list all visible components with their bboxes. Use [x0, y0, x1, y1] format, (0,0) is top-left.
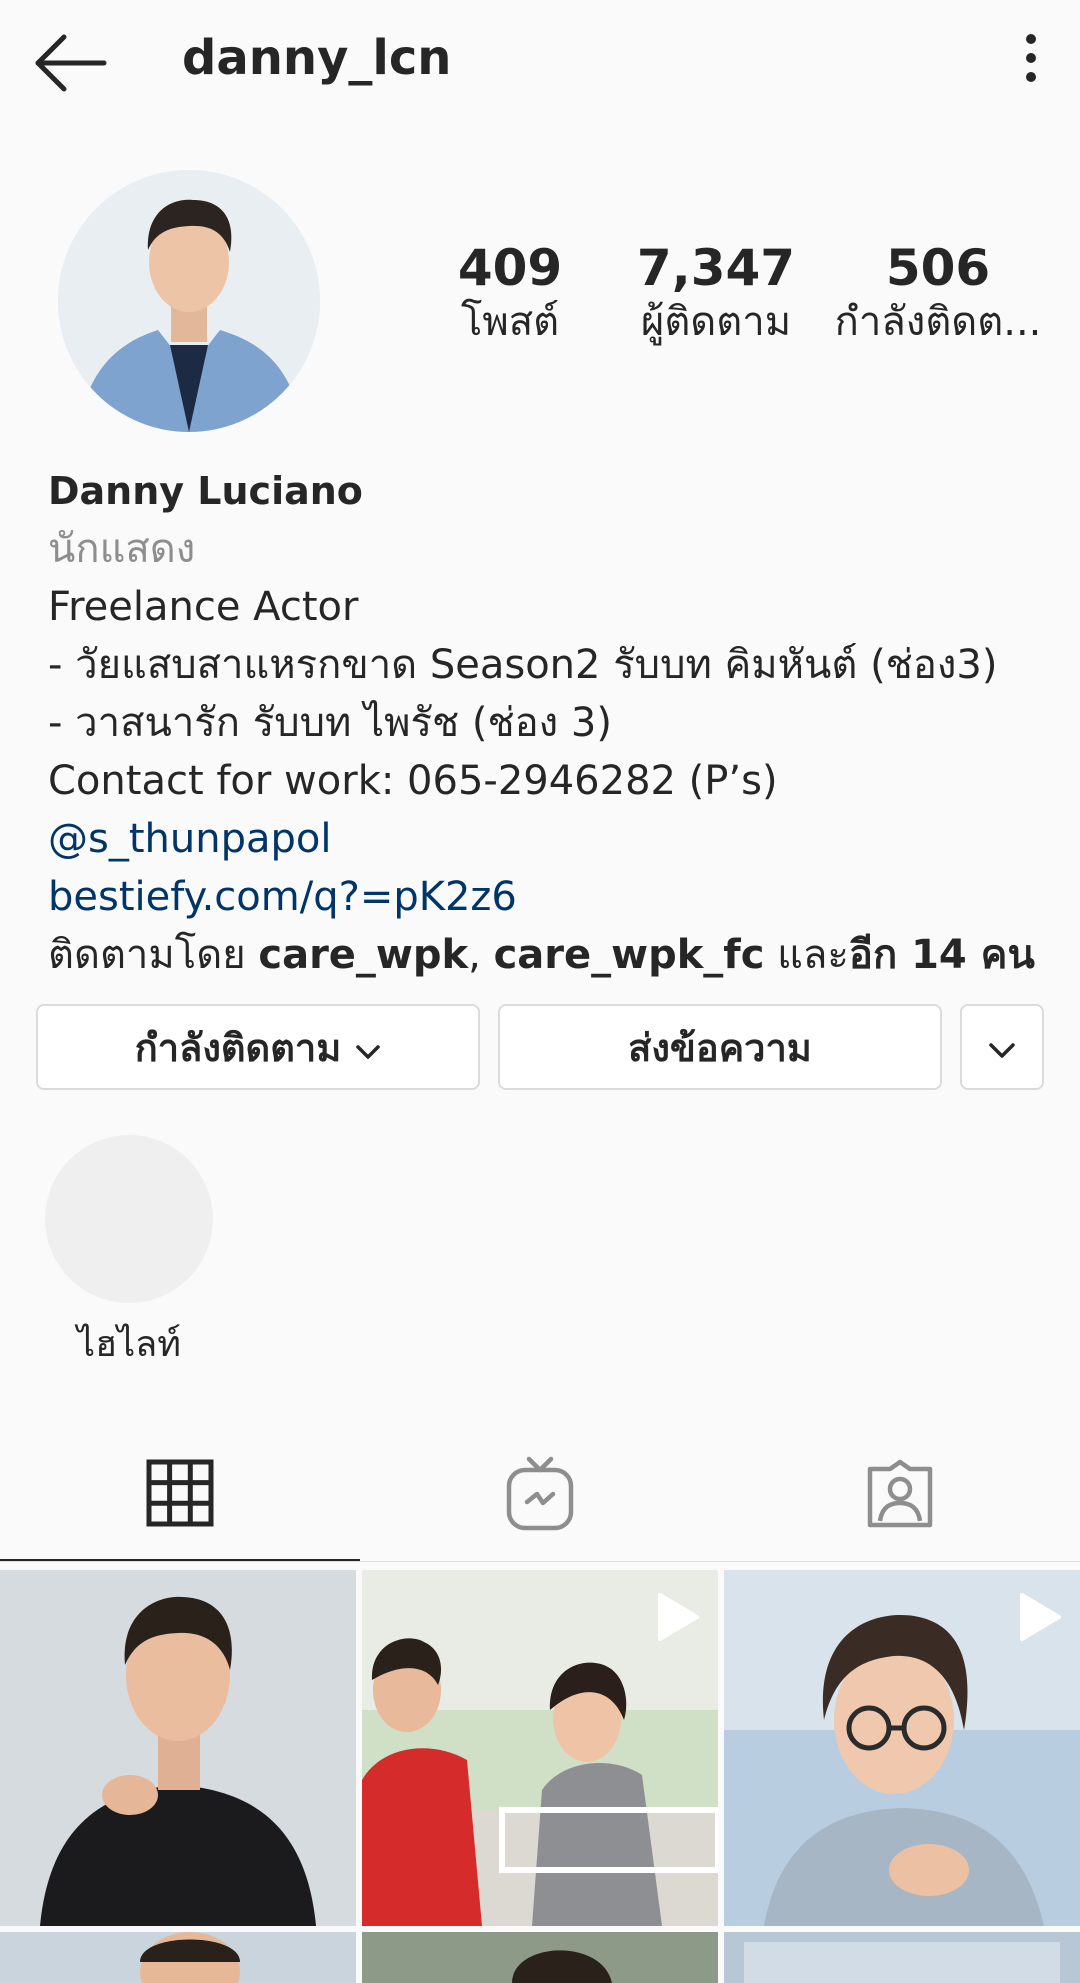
followed-by-user: care_wpk_fc — [493, 932, 765, 978]
highlight-circle[interactable] — [45, 1135, 213, 1303]
post-thumbnail[interactable] — [0, 1932, 356, 1983]
suggested-accounts-button[interactable] — [960, 1004, 1044, 1090]
followers-count: 7,347 — [636, 239, 796, 297]
chevron-down-icon — [988, 1025, 1016, 1069]
tab-igtv[interactable] — [360, 1430, 720, 1562]
more-options-icon[interactable] — [1016, 34, 1046, 94]
profile-bio: Danny Luciano นักแสดง Freelance Actor - … — [48, 462, 1048, 984]
posts-grid — [0, 1570, 1080, 1983]
profile-tabs — [0, 1430, 1080, 1562]
message-button[interactable]: ส่งข้อความ — [498, 1004, 942, 1090]
post-thumbnail[interactable] — [724, 1932, 1080, 1983]
back-arrow-icon[interactable] — [30, 28, 110, 98]
tab-divider — [0, 1561, 1080, 1562]
posts-label: โพสต์ — [460, 299, 560, 345]
message-button-label: ส่งข้อความ — [628, 1025, 812, 1070]
bio-line: - วาสนารัก รับบท ไพรัช (ช่อง 3) — [48, 700, 612, 746]
mention-link[interactable]: @s_thunpapol — [48, 816, 331, 862]
following-label: กำลังติดต... — [834, 299, 1042, 345]
post-thumbnail[interactable] — [362, 1570, 718, 1926]
profile-screen: danny_lcn 409 โพสต์ 7,347 ผู้ติดตาม 506 … — [0, 0, 1080, 1983]
profile-username: danny_lcn — [182, 30, 452, 86]
stat-following[interactable]: 506 กำลังติดต... — [828, 240, 1048, 348]
followed-by-separator: , — [468, 932, 494, 978]
avatar[interactable] — [58, 170, 320, 432]
igtv-icon — [505, 1456, 575, 1536]
posts-count: 409 — [457, 239, 563, 297]
grid-icon — [146, 1459, 214, 1531]
post-thumbnail[interactable] — [724, 1570, 1080, 1926]
followed-by-user: care_wpk — [258, 932, 469, 978]
followers-label: ผู้ติดตาม — [640, 299, 792, 345]
profile-full-name: Danny Luciano — [48, 469, 363, 513]
tab-tagged[interactable] — [720, 1430, 1080, 1562]
chevron-down-icon — [355, 1025, 381, 1069]
followed-by-prefix: ติดตามโดย — [48, 932, 259, 978]
post-thumbnail[interactable] — [0, 1570, 356, 1926]
stat-posts[interactable]: 409 โพสต์ — [400, 240, 620, 348]
following-button[interactable]: กำลังติดตาม — [36, 1004, 480, 1090]
bio-contact-line: Contact for work: 065-2946282 (P’s) @s_t… — [48, 752, 1048, 868]
highlight-label: ไฮไลท์ — [77, 1324, 181, 1365]
following-button-label: กำลังติดตาม — [134, 1025, 342, 1070]
followed-by-others: อีก 14 คน — [848, 932, 1035, 978]
video-play-icon — [656, 1592, 700, 1642]
following-count: 506 — [885, 239, 991, 297]
bio-line: - วัยแสบสาแหรกขาด Season2 รับบท คิมหันต์… — [48, 642, 998, 688]
video-play-icon — [1018, 1592, 1062, 1642]
tagged-icon — [864, 1459, 936, 1533]
top-bar: danny_lcn — [0, 0, 1080, 125]
post-thumbnail[interactable] — [362, 1932, 718, 1983]
contact-text: Contact for work: 065-2946282 (P’s) — [48, 758, 778, 804]
profile-stats: 409 โพสต์ 7,347 ผู้ติดตาม 506 กำลังติดต.… — [400, 240, 1060, 360]
stat-followers[interactable]: 7,347 ผู้ติดตาม — [606, 240, 826, 348]
bio-line: Freelance Actor — [48, 584, 359, 630]
website-link[interactable]: bestiefy.com/q?=pK2z6 — [48, 868, 1048, 926]
followed-by-line[interactable]: ติดตามโดย care_wpk, care_wpk_fc และอีก 1… — [48, 926, 1048, 984]
tab-grid[interactable] — [0, 1430, 360, 1562]
followed-by-and: และ — [764, 932, 849, 978]
profile-category: นักแสดง — [48, 526, 196, 572]
